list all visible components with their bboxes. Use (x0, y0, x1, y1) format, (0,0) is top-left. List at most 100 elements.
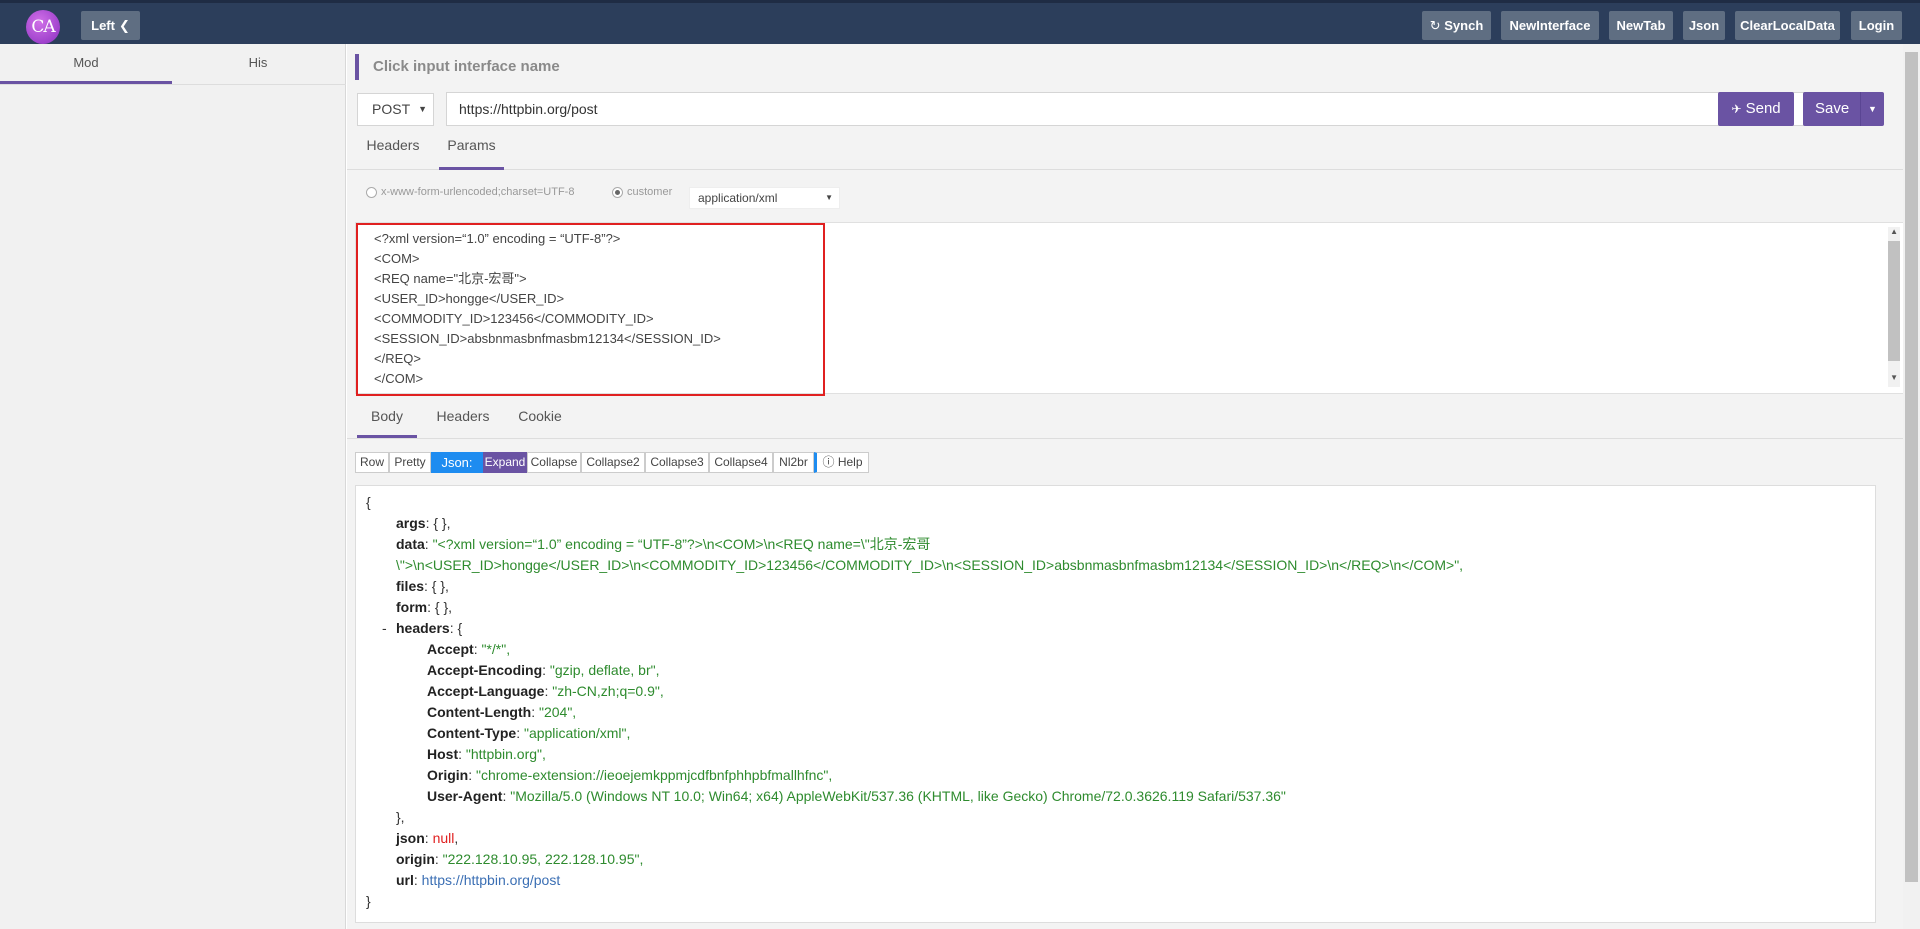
json-url-link[interactable]: https://httpbin.org/post (422, 872, 561, 888)
json-form-value: { }, (434, 599, 453, 615)
json-header-row: Accept-Language: "zh-CN,zh;q=0.9", (427, 683, 664, 699)
tab-response-headers[interactable]: Headers (427, 398, 499, 438)
new-interface-button[interactable]: NewInterface (1501, 11, 1599, 40)
radio-urlencoded[interactable] (366, 187, 377, 198)
response-tabs: Body Headers Cookie (347, 398, 1920, 439)
pretty-button[interactable]: Pretty (389, 452, 431, 473)
nl2br-button[interactable]: Nl2br (773, 452, 814, 473)
tab-request-params[interactable]: Params (439, 130, 504, 170)
json-open-brace: { (366, 494, 371, 510)
json-origin-value: "222.128.10.95, 222.128.10.95", (442, 851, 644, 867)
json-header-row: Accept: "*/*", (427, 641, 511, 657)
json-form-line: form: { }, (396, 599, 453, 615)
synch-button[interactable]: ↻ Synch (1422, 11, 1491, 40)
sidebar: Mod His (0, 44, 346, 929)
left-button-label: Left (91, 18, 115, 33)
synch-label: Synch (1444, 18, 1484, 33)
clear-local-data-button[interactable]: ClearLocalData (1735, 11, 1840, 40)
collapse3-button[interactable]: Collapse3 (645, 452, 709, 473)
json-data-line: data: "<?xml version=“1.0” encoding = “U… (396, 536, 931, 552)
request-body-editor[interactable]: <?xml version=“1.0” encoding = “UTF-8”?>… (355, 222, 1907, 396)
collapse-button[interactable]: Collapse (527, 452, 581, 473)
login-button[interactable]: Login (1851, 11, 1902, 40)
editor-scroll-thumb[interactable] (1888, 241, 1900, 361)
json-header-row: User-Agent: "Mozilla/5.0 (Windows NT 10.… (427, 788, 1286, 804)
response-json-viewer: { args: { }, data: "<?xml version=“1.0” … (355, 485, 1876, 923)
xml-line: </COM> (374, 371, 424, 386)
new-tab-button[interactable]: NewTab (1609, 11, 1673, 40)
method-value: POST (372, 101, 411, 117)
radio-customer[interactable] (612, 187, 623, 198)
json-url-line: url: https://httpbin.org/post (396, 872, 561, 888)
tab-cookie[interactable]: Cookie (509, 398, 571, 438)
json-headers-line: headers: { (396, 620, 463, 636)
json-headers-open: { (457, 620, 463, 636)
json-header-row: Content-Length: "204", (427, 704, 577, 720)
json-button[interactable]: Json (1683, 11, 1725, 40)
json-close-brace: } (366, 893, 371, 909)
xml-line: <COM> (374, 251, 420, 266)
json-header-row: Host: "httpbin.org", (427, 746, 546, 762)
send-button[interactable]: ✈ Send (1718, 92, 1794, 126)
url-input[interactable]: https://httpbin.org/post (446, 92, 1818, 126)
tab-his[interactable]: His (172, 44, 344, 84)
chevron-left-icon: ❮ (118, 18, 130, 33)
request-tabs: Headers Params (347, 130, 1920, 170)
json-args-line: args: { }, (396, 515, 451, 531)
row-button[interactable]: Row (355, 452, 389, 473)
caret-down-icon: ▼ (825, 193, 833, 202)
help-icon: ⓘ (822, 455, 835, 469)
xml-line: <?xml version=“1.0” encoding = “UTF-8”?> (374, 231, 621, 246)
xml-line: <REQ name="北京-宏哥"> (374, 271, 527, 286)
send-icon: ✈ (1731, 102, 1742, 116)
radio-customer-label: customer (627, 186, 673, 198)
scroll-up-icon[interactable]: ▲ (1890, 227, 1898, 236)
json-origin-line: origin: "222.128.10.95, 222.128.10.95", (396, 851, 644, 867)
json-view-button[interactable]: Json: (431, 452, 483, 473)
caret-down-icon: ▼ (418, 104, 427, 114)
collapse-toggle[interactable]: - (382, 618, 387, 639)
help-label: Help (837, 455, 863, 469)
tab-body[interactable]: Body (357, 398, 417, 438)
xml-line: <COMMODITY_ID>123456</COMMODITY_ID> (374, 311, 654, 326)
sync-icon: ↻ (1429, 18, 1441, 33)
xml-body-text: <?xml version=“1.0” encoding = “UTF-8”?>… (374, 229, 721, 389)
save-button[interactable]: Save ▼ (1803, 92, 1884, 126)
top-bar: CA Left ❮ ↻ Synch NewInterface NewTab Jso… (0, 0, 1920, 44)
xml-line: <SESSION_ID>absbnmasbnfmasbm12134</SESSI… (374, 331, 721, 346)
expand-button[interactable]: Expand (483, 452, 527, 473)
interface-name-input[interactable]: Click input interface name (355, 54, 560, 80)
json-headers-close: }, (396, 809, 405, 825)
tab-request-headers[interactable]: Headers (357, 130, 429, 170)
main-scroll-thumb[interactable] (1905, 52, 1918, 882)
body-type-row: x-www-form-urlencoded;charset=UTF-8 cust… (347, 171, 1920, 217)
json-files-value: { }, (431, 578, 449, 594)
save-label: Save (1815, 100, 1850, 117)
main-scrollbar[interactable] (1903, 44, 1920, 929)
main-panel: Click input interface name POST ▼ https:/… (347, 44, 1920, 929)
method-select[interactable]: POST ▼ (357, 93, 434, 126)
json-json-line: json: null, (396, 830, 459, 846)
help-button[interactable]: ⓘ Help (814, 452, 869, 473)
collapse2-button[interactable]: Collapse2 (581, 452, 645, 473)
save-dropdown-caret-icon[interactable]: ▼ (1860, 92, 1884, 126)
json-data-value-1: "<?xml version=“1.0” encoding = “UTF-8”?… (432, 536, 931, 552)
json-data-value-2: \">\n<USER_ID>hongge</USER_ID>\n<COMMODI… (396, 557, 1464, 573)
content-type-select[interactable]: application/xml ▼ (689, 187, 840, 209)
app-logo: CA (26, 10, 60, 44)
content-type-value: application/xml (698, 191, 778, 205)
json-header-row: Origin: "chrome-extension://ieoejemkppmj… (427, 767, 833, 783)
radio-urlencoded-label: x-www-form-urlencoded;charset=UTF-8 (381, 186, 575, 198)
collapse4-button[interactable]: Collapse4 (709, 452, 773, 473)
json-header-row: Accept-Encoding: "gzip, deflate, br", (427, 662, 660, 678)
scroll-down-icon[interactable]: ▼ (1890, 373, 1898, 382)
json-json-value: null (432, 830, 455, 846)
json-header-row: Content-Type: "application/xml", (427, 725, 631, 741)
xml-line: <USER_ID>hongge</USER_ID> (374, 291, 565, 306)
sidebar-divider (0, 84, 346, 85)
left-toggle-button[interactable]: Left ❮ (81, 11, 140, 40)
json-args-value: { }, (433, 515, 451, 531)
json-files-line: files: { }, (396, 578, 449, 594)
tab-mod[interactable]: Mod (0, 44, 172, 84)
send-label: Send (1745, 100, 1781, 117)
